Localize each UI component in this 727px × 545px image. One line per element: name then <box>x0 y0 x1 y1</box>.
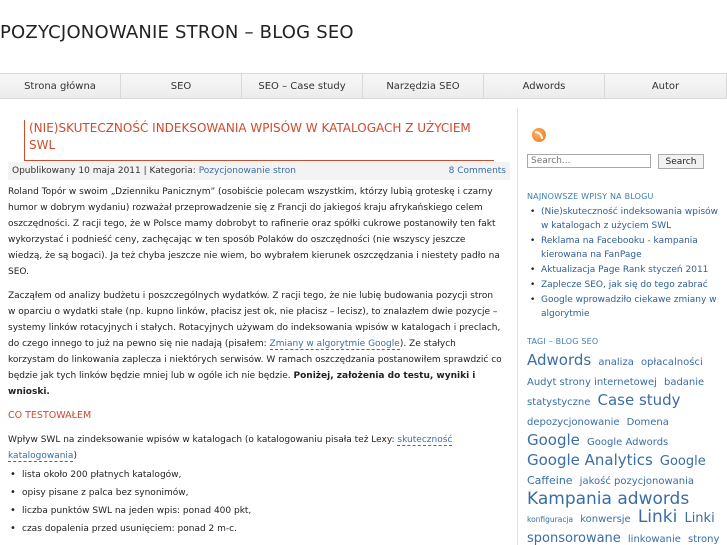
nav-item-author[interactable]: Autor <box>604 74 727 98</box>
post-date: Opublikowany 10 maja 2011 | Kategoria: <box>12 166 196 176</box>
tag-link[interactable]: Google <box>660 454 706 469</box>
tag-link[interactable]: Audyt strony internetowej <box>527 377 657 388</box>
post-body: Roland Topór w swoim „Dzienniku Paniczny… <box>8 184 502 538</box>
tag-link[interactable]: jakość pozycjonowania <box>580 476 694 487</box>
sidebar: Search NAJNOWSZE WPISY NA BLOGU (Nie)sku… <box>527 108 727 545</box>
tag-link[interactable]: opłacalności <box>641 357 703 368</box>
tag-link[interactable]: Google <box>527 431 580 449</box>
nav-item-adwords[interactable]: Adwords <box>483 74 604 98</box>
recent-post-link[interactable]: (Nie)skuteczność indeksowania wpisów w k… <box>529 205 725 233</box>
list-item: liczba punktów SWL na jeden wpis: ponad … <box>8 502 502 520</box>
list-item: opisy pisane z palca bez synonimów, <box>8 484 502 502</box>
list-item: czas dopalenia przed usunięciem: ponad 2… <box>8 520 502 538</box>
post-content: (NIE)SKUTECZNOŚĆ INDEKSOWANIA WPISÓW W K… <box>0 108 518 545</box>
bold-text-end: . <box>46 387 50 397</box>
recent-posts-title: NAJNOWSZE WPISY NA BLOGU <box>527 192 654 201</box>
post-title-wrapper: (NIE)SKUTECZNOŚĆ INDEKSOWANIA WPISÓW W K… <box>24 120 494 161</box>
search-form: Search <box>527 154 704 169</box>
recent-posts-list: (Nie)skuteczność indeksowania wpisów w k… <box>529 205 725 322</box>
tag-link[interactable]: strony <box>688 534 719 545</box>
site-title[interactable]: POZYCJONOWANIE STRON – BLOG SEO <box>0 22 354 43</box>
nav-item-seo[interactable]: SEO <box>120 74 241 98</box>
recent-post-link[interactable]: Aktualizacja Page Rank styczeń 2011 <box>529 263 725 277</box>
paragraph-text: Wpływ SWL na zindeksowanie wpisów w kata… <box>8 435 398 445</box>
recent-post-link[interactable]: Google wprowadziło ciekawe zmiany w algo… <box>529 293 725 321</box>
tag-link[interactable]: Case study <box>597 391 680 409</box>
post-category-link[interactable]: Pozycjonowanie stron <box>199 166 296 176</box>
test-assumptions-list: lista około 200 płatnych katalogów, opis… <box>8 466 502 538</box>
tag-link[interactable]: Linki <box>638 507 678 527</box>
nav-item-home[interactable]: Strona główna <box>0 74 120 98</box>
tag-link[interactable]: Adwords <box>527 351 591 369</box>
search-button[interactable]: Search <box>658 154 704 169</box>
tag-link[interactable]: konwersje <box>580 514 630 525</box>
tag-link[interactable]: analiza <box>598 357 634 368</box>
rss-icon[interactable] <box>532 128 546 142</box>
section-heading: CO TESTOWAŁEM <box>8 410 92 421</box>
paragraph-intro: Roland Topór w swoim „Dzienniku Paniczny… <box>8 187 500 277</box>
tag-link[interactable]: Caffeine <box>527 474 573 487</box>
tag-link[interactable]: Google Analytics <box>527 451 653 469</box>
search-input[interactable] <box>527 154 651 168</box>
tag-link[interactable]: linkowanie <box>628 534 681 545</box>
paragraph-swl: Wpływ SWL na zindeksowanie wpisów w kata… <box>8 432 502 464</box>
tag-link[interactable]: Domena <box>627 417 669 428</box>
algorithm-changes-link[interactable]: Zmiany w algorytmie Google <box>269 339 400 350</box>
paragraph-text: ) <box>73 451 77 461</box>
post-meta: Opublikowany 10 maja 2011 | Kategoria: P… <box>8 162 510 180</box>
tag-link[interactable]: depozycjonowanie <box>527 417 620 428</box>
paragraph-analysis: Zacząłem od analizy budżetu i poszczegól… <box>8 288 502 400</box>
nav-item-case-study[interactable]: SEO – Case study <box>241 74 362 98</box>
comments-link[interactable]: 8 Comments <box>449 166 506 176</box>
recent-post-link[interactable]: Reklama na Facebooku - kampania kierowan… <box>529 234 725 262</box>
tag-link[interactable]: Google Adwords <box>587 437 668 448</box>
post-title[interactable]: (NIE)SKUTECZNOŚĆ INDEKSOWANIA WPISÓW W K… <box>29 120 494 154</box>
tags-title: TAGI – BLOG SEO <box>527 337 599 346</box>
list-item: lista około 200 płatnych katalogów, <box>8 466 502 484</box>
recent-post-link[interactable]: Zaplecze SEO, jak się do tego zabrać <box>529 278 725 292</box>
tag-link[interactable]: konfiguracja <box>527 515 573 524</box>
tag-link[interactable]: Kampania adwords <box>527 489 689 509</box>
tag-cloud: Adwords analiza opłacalności Audyt stron… <box>527 351 725 545</box>
main-navigation: Strona główna SEO SEO – Case study Narzę… <box>0 73 727 99</box>
nav-item-tools[interactable]: Narzędzia SEO <box>362 74 483 98</box>
